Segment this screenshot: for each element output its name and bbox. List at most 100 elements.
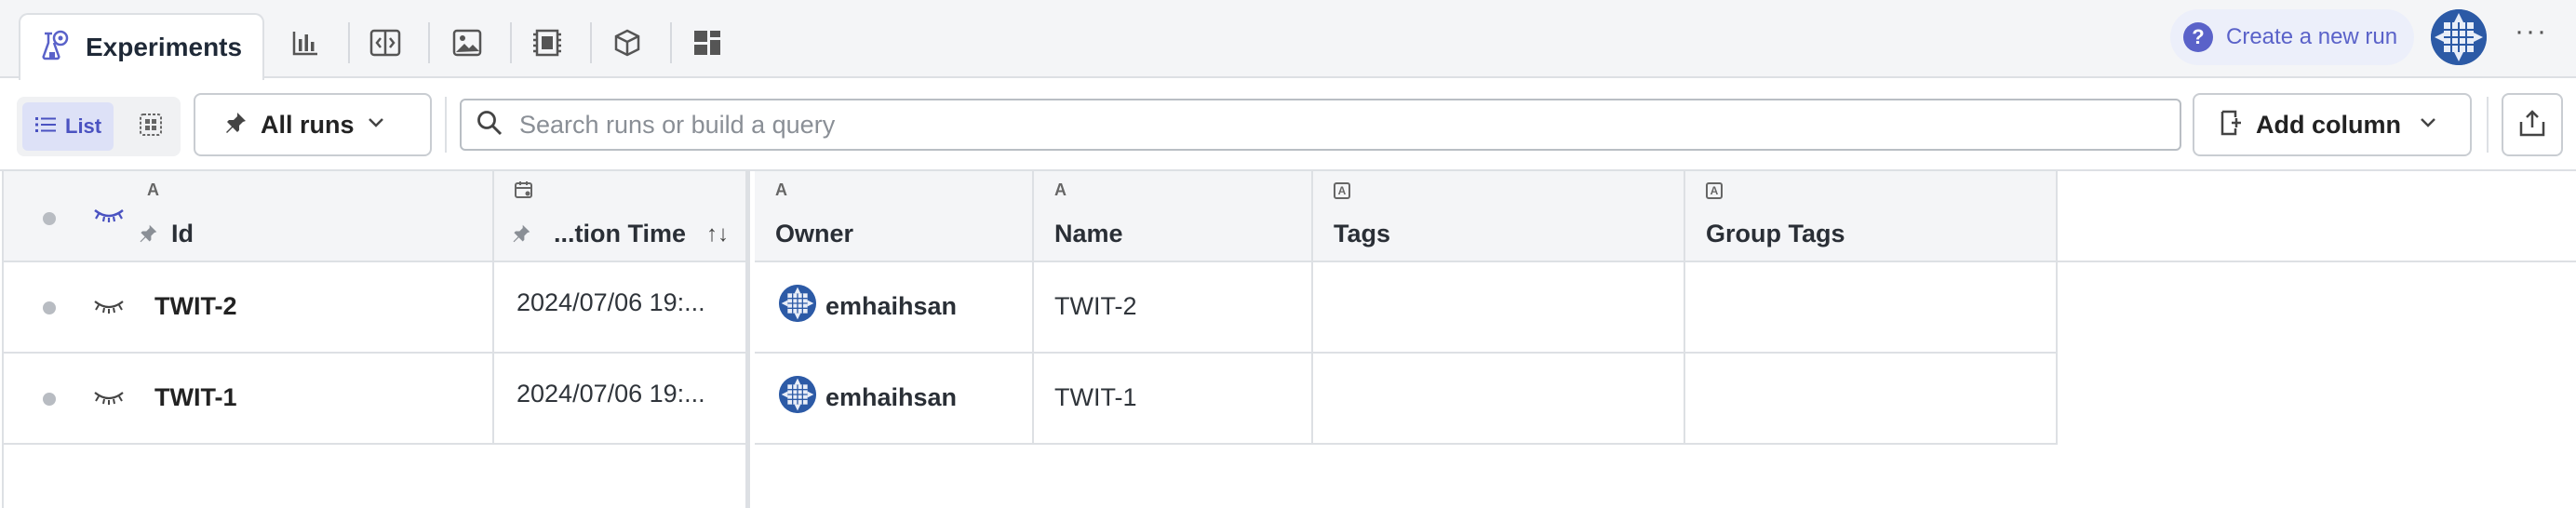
search-input[interactable] xyxy=(519,110,2101,140)
table-row[interactable]: TWIT-2 2024/07/06 19:... xyxy=(4,262,745,354)
header-filler xyxy=(2058,171,2576,262)
chevron-down-icon xyxy=(368,116,384,133)
tab-compare[interactable] xyxy=(359,20,411,69)
column-title-owner: Owner xyxy=(775,220,854,247)
compare-icon xyxy=(369,29,401,61)
table-header-row: A Owner A Name A Tags A Group Tags xyxy=(755,171,2058,262)
column-header-creation-time[interactable]: ...tion Time ↑↓ xyxy=(496,171,745,261)
tab-divider xyxy=(348,22,350,63)
tags-cell[interactable] xyxy=(1313,354,1685,443)
eye-closed-icon[interactable] xyxy=(93,207,125,228)
id-cell: TWIT-1 xyxy=(4,354,494,443)
pin-icon[interactable] xyxy=(511,223,531,248)
scrollable-columns: A Owner A Name A Tags A Group Tags emhai… xyxy=(755,171,2058,445)
column-title-creation-time: ...tion Time xyxy=(554,220,687,247)
text-type-icon: A xyxy=(1054,180,1067,199)
avatar[interactable] xyxy=(2431,9,2487,65)
dashboard-icon xyxy=(692,29,722,61)
run-name: TWIT-1 xyxy=(1054,383,1137,411)
search-icon xyxy=(476,110,503,140)
avatar xyxy=(779,376,816,413)
eye-closed-icon[interactable] xyxy=(93,389,125,410)
creation-time-value: 2024/07/06 19:... xyxy=(517,380,705,408)
pin-icon xyxy=(223,111,248,140)
run-id[interactable]: TWIT-1 xyxy=(154,383,237,412)
film-icon xyxy=(533,29,561,61)
eye-closed-icon[interactable] xyxy=(93,298,125,319)
runs-table: A Id ...tion Time ↑↓ TWIT-2 2024/07/06 1… xyxy=(0,169,2576,508)
table-row[interactable]: emhaihsan TWIT-2 xyxy=(755,262,2058,354)
help-icon: ? xyxy=(2183,22,2213,52)
create-run-button[interactable]: ? Create a new run xyxy=(2170,9,2414,65)
experiments-icon xyxy=(41,30,69,66)
string-set-type-icon: A xyxy=(1706,182,1723,199)
avatar-pattern-icon xyxy=(779,376,816,413)
toolbar-divider xyxy=(445,97,447,153)
column-title-name: Name xyxy=(1054,220,1123,247)
top-tab-bar: Experiments ? Create a new run ··· xyxy=(0,0,2576,80)
pin-icon[interactable] xyxy=(138,223,158,248)
name-cell: TWIT-2 xyxy=(1034,262,1313,352)
column-header-id[interactable]: A Id xyxy=(4,171,494,261)
row-status-dot[interactable] xyxy=(43,301,56,314)
column-header-name[interactable]: A Name xyxy=(1034,171,1313,261)
tab-experiments-label: Experiments xyxy=(86,33,243,61)
all-runs-label: All runs xyxy=(261,110,355,139)
group-tags-cell[interactable] xyxy=(1685,262,2058,352)
tab-dashboards[interactable] xyxy=(681,20,733,69)
bar-chart-icon xyxy=(291,30,319,60)
add-column-label: Add column xyxy=(2256,110,2401,139)
creation-time-value: 2024/07/06 19:... xyxy=(517,288,705,316)
text-type-icon: A xyxy=(147,180,159,199)
view-list-button[interactable]: List xyxy=(22,102,114,151)
owner-cell: emhaihsan xyxy=(755,354,1034,443)
creation-time-cell: 2024/07/06 19:... xyxy=(496,354,745,443)
view-toggle: List xyxy=(17,97,181,156)
share-icon xyxy=(2519,109,2545,141)
view-list-label: List xyxy=(65,114,102,138)
tags-cell[interactable] xyxy=(1313,262,1685,352)
all-runs-dropdown[interactable]: All runs xyxy=(194,93,432,156)
avatar-pattern-icon xyxy=(779,285,816,322)
tab-divider xyxy=(590,22,592,63)
pinned-columns: A Id ...tion Time ↑↓ TWIT-2 2024/07/06 1… xyxy=(2,171,750,508)
tab-divider xyxy=(428,22,430,63)
column-header-tags[interactable]: A Tags xyxy=(1313,171,1685,261)
add-column-button[interactable]: Add column xyxy=(2193,93,2472,156)
string-set-type-icon: A xyxy=(1334,182,1350,199)
tab-charts[interactable] xyxy=(279,20,331,69)
id-cell: TWIT-2 xyxy=(4,262,494,352)
column-header-owner[interactable]: A Owner xyxy=(755,171,1034,261)
toolbar-divider xyxy=(2487,97,2489,153)
avatar-pattern-icon xyxy=(2431,9,2487,65)
add-column-icon xyxy=(2220,110,2243,140)
cube-icon xyxy=(613,29,641,61)
sort-icon[interactable]: ↑↓ xyxy=(706,221,729,247)
table-row[interactable]: emhaihsan TWIT-1 xyxy=(755,354,2058,445)
image-icon xyxy=(452,29,482,61)
chevron-down-icon xyxy=(2420,116,2436,133)
export-button[interactable] xyxy=(2502,93,2563,156)
name-cell: TWIT-1 xyxy=(1034,354,1313,443)
owner-name: emhaihsan xyxy=(825,292,958,320)
tab-experiments[interactable]: Experiments xyxy=(19,13,264,80)
owner-cell: emhaihsan xyxy=(755,262,1034,352)
more-options-button[interactable]: ··· xyxy=(2513,18,2550,54)
table-row[interactable]: TWIT-1 2024/07/06 19:... xyxy=(4,354,745,445)
column-title-group-tags: Group Tags xyxy=(1706,220,1845,247)
create-run-label: Create a new run xyxy=(2226,24,2398,49)
row-select-all-dot[interactable] xyxy=(43,212,56,225)
tab-artifacts[interactable] xyxy=(601,20,653,69)
column-header-group-tags[interactable]: A Group Tags xyxy=(1685,171,2058,261)
column-title-tags: Tags xyxy=(1334,220,1391,247)
search-field[interactable] xyxy=(460,99,2181,151)
tab-media[interactable] xyxy=(521,20,573,69)
row-status-dot[interactable] xyxy=(43,393,56,406)
tab-images[interactable] xyxy=(441,20,493,69)
text-type-icon: A xyxy=(775,180,787,199)
run-id[interactable]: TWIT-2 xyxy=(154,292,237,321)
group-tags-cell[interactable] xyxy=(1685,354,2058,443)
owner-name: emhaihsan xyxy=(825,383,958,411)
view-compare-button[interactable] xyxy=(132,108,169,145)
column-title-id: Id xyxy=(171,220,194,247)
